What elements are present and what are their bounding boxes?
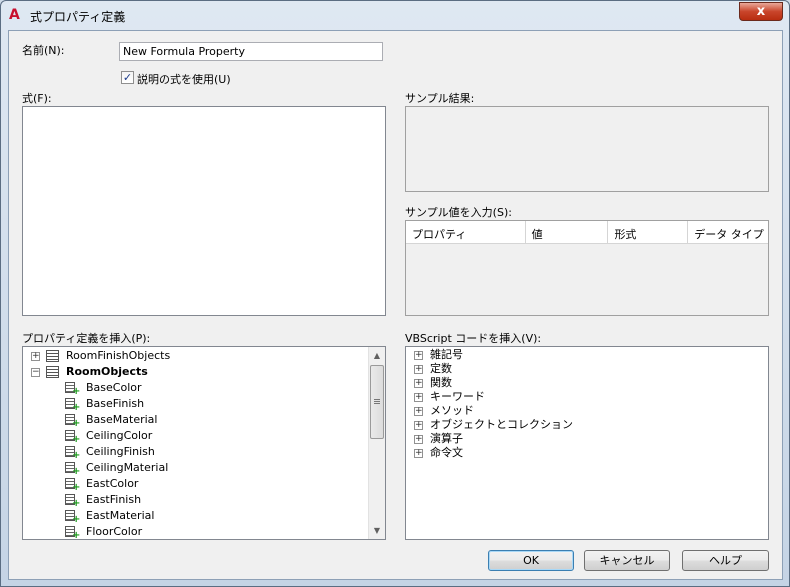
add-property-icon: +: [72, 514, 81, 525]
add-property-icon: +: [72, 466, 81, 477]
tree-item-ceiling-color[interactable]: + CeilingColor: [23, 428, 368, 445]
add-property-icon: +: [72, 386, 81, 397]
tree-item-label: CeilingMaterial: [86, 461, 169, 474]
help-button[interactable]: ヘルプ: [682, 550, 769, 571]
tree-item-label: RoomObjects: [66, 365, 148, 378]
sample-result-label: サンプル結果:: [405, 92, 475, 105]
use-formula-description-label[interactable]: 説明の式を使用(U): [137, 71, 231, 87]
expand-icon[interactable]: +: [414, 365, 423, 374]
vbscript-item-misc-symbols[interactable]: + 雑記号: [406, 348, 766, 362]
column-header-value[interactable]: 値: [526, 221, 609, 243]
tree-item-label: BaseColor: [86, 381, 142, 394]
vbscript-item-keywords[interactable]: + キーワード: [406, 390, 766, 404]
tree-item-east-material[interactable]: + EastMaterial: [23, 508, 368, 525]
object-list-icon: [46, 366, 59, 378]
tree-item-east-finish[interactable]: + EastFinish: [23, 492, 368, 509]
expand-icon[interactable]: +: [414, 435, 423, 444]
expand-icon[interactable]: +: [414, 393, 423, 402]
tree-item-ceiling-material[interactable]: + CeilingMaterial: [23, 460, 368, 477]
insert-property-label: プロパティ定義を挿入(P):: [22, 332, 151, 345]
tree-item-label: CeilingFinish: [86, 445, 155, 458]
tree-item-label: EastMaterial: [86, 509, 155, 522]
tree-item-label: 関数: [430, 376, 452, 389]
close-button[interactable]: x: [739, 2, 783, 21]
expand-icon[interactable]: +: [414, 379, 423, 388]
expand-icon[interactable]: +: [414, 407, 423, 416]
tree-item-label: BaseFinish: [86, 397, 145, 410]
tree-item-base-material[interactable]: + BaseMaterial: [23, 412, 368, 429]
insert-vbscript-label: VBScript コードを挿入(V):: [405, 332, 542, 345]
tree-item-floor-color[interactable]: + FloorColor: [23, 524, 368, 540]
tree-item-label: 演算子: [430, 432, 463, 445]
add-property-icon: +: [72, 418, 81, 429]
tree-item-east-color[interactable]: + EastColor: [23, 476, 368, 493]
ok-button[interactable]: OK: [488, 550, 574, 571]
add-property-icon: +: [72, 402, 81, 413]
tree-item-label: キーワード: [430, 390, 485, 403]
scroll-up-icon[interactable]: ▲: [369, 347, 385, 364]
autocad-app-icon: A: [9, 7, 20, 23]
title-bar[interactable]: A 式プロパティ定義 x: [1, 1, 789, 31]
sample-values-grid[interactable]: プロパティ 値 形式 データ タイプ: [405, 220, 769, 316]
grip-line: [374, 401, 380, 402]
name-label: 名前(N):: [22, 44, 65, 57]
vbscript-item-methods[interactable]: + メソッド: [406, 404, 766, 418]
tree-item-label: 雑記号: [430, 348, 463, 361]
collapse-icon[interactable]: −: [31, 368, 40, 377]
vbscript-item-functions[interactable]: + 関数: [406, 376, 766, 390]
vbscript-item-constants[interactable]: + 定数: [406, 362, 766, 376]
dialog-client-area: 名前(N): ✓ 説明の式を使用(U) 式(F): サンプル結果: サンプル値を…: [8, 30, 783, 580]
vbscript-tree[interactable]: + 雑記号 + 定数 + 関数 + キーワード + メソッド + オブジェクトと…: [405, 346, 769, 540]
grip-line: [374, 403, 380, 404]
vbscript-item-objects-collections[interactable]: + オブジェクトとコレクション: [406, 418, 766, 432]
expand-icon[interactable]: +: [31, 352, 40, 361]
property-tree-scrollbar[interactable]: ▲ ▼: [368, 347, 385, 539]
tree-item-room-finish-objects[interactable]: + RoomFinishObjects: [23, 348, 368, 364]
scroll-down-icon[interactable]: ▼: [369, 522, 385, 539]
tree-item-label: EastFinish: [86, 493, 142, 506]
tree-item-label: オブジェクトとコレクション: [430, 418, 573, 431]
column-header-format[interactable]: 形式: [608, 221, 689, 243]
add-property-icon: +: [72, 482, 81, 493]
sample-result-box: [405, 106, 769, 192]
vbscript-item-statements[interactable]: + 命令文: [406, 446, 766, 460]
tree-item-label: RoomFinishObjects: [66, 349, 171, 362]
use-formula-description-checkbox[interactable]: ✓: [121, 71, 134, 84]
column-header-property[interactable]: プロパティ: [406, 221, 526, 243]
formula-textarea[interactable]: [22, 106, 386, 316]
grip-line: [374, 399, 380, 400]
tree-item-label: CeilingColor: [86, 429, 153, 442]
tree-item-base-color[interactable]: + BaseColor: [23, 380, 368, 397]
formula-label: 式(F):: [22, 92, 52, 105]
tree-item-label: EastColor: [86, 477, 139, 490]
expand-icon[interactable]: +: [414, 449, 423, 458]
vbscript-item-operators[interactable]: + 演算子: [406, 432, 766, 446]
tree-item-label: BaseMaterial: [86, 413, 158, 426]
tree-item-room-objects[interactable]: − RoomObjects: [23, 364, 368, 380]
expand-icon[interactable]: +: [414, 421, 423, 430]
tree-item-label: 命令文: [430, 446, 463, 459]
add-property-icon: +: [72, 450, 81, 461]
tree-item-label: 定数: [430, 362, 452, 375]
column-header-data-type[interactable]: データ タイプ: [688, 221, 768, 243]
sample-values-header: プロパティ 値 形式 データ タイプ: [406, 221, 768, 244]
add-property-icon: +: [72, 434, 81, 445]
window-title: 式プロパティ定義: [30, 10, 126, 24]
add-property-icon: +: [72, 498, 81, 509]
cancel-button[interactable]: キャンセル: [584, 550, 670, 571]
expand-icon[interactable]: +: [414, 351, 423, 360]
name-input[interactable]: [119, 42, 383, 61]
add-property-icon: +: [72, 530, 81, 540]
tree-item-ceiling-finish[interactable]: + CeilingFinish: [23, 444, 368, 461]
dialog-window: A 式プロパティ定義 x 名前(N): ✓ 説明の式を使用(U) 式(F): サ…: [0, 0, 790, 587]
object-list-icon: [46, 350, 59, 362]
scroll-thumb[interactable]: [370, 365, 384, 439]
property-tree[interactable]: + RoomFinishObjects − RoomObjects + Base…: [22, 346, 386, 540]
tree-item-label: FloorColor: [86, 525, 143, 538]
tree-item-base-finish[interactable]: + BaseFinish: [23, 396, 368, 413]
tree-item-label: メソッド: [430, 404, 474, 417]
sample-values-label: サンプル値を入力(S):: [405, 206, 512, 219]
